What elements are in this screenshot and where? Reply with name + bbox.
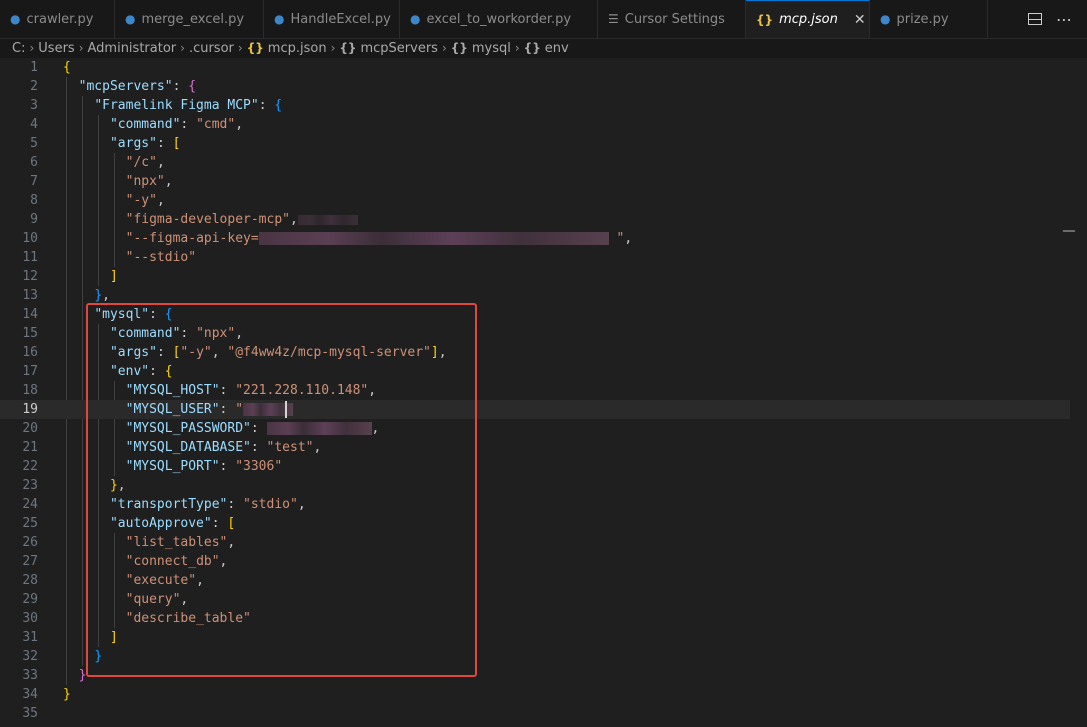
breadcrumb-item[interactable]: mcpServers [360,41,437,56]
json-file-icon: {} [246,41,264,55]
code-line: 34} [22,687,71,702]
code-line: 7 "npx", [30,174,173,189]
editor-tab-bar: ● crawler.py ● merge_excel.py ● HandleExcel… [0,0,1087,39]
redacted-api-key [258,232,609,245]
tab-label: mcp.json [779,12,838,27]
python-file-icon: ● [274,12,285,26]
tab-label: prize.py [896,11,949,27]
scrollbar-thumb[interactable] [1063,230,1075,232]
tab-label: crawler.py [26,11,94,27]
code-line: 5 "args": [ [30,136,181,151]
tab-cursor-settings[interactable]: ☰ Cursor Settings [598,0,746,38]
chevron-right-icon: › [441,41,447,55]
chevron-right-icon: › [78,41,84,55]
code-line: 35 [22,706,38,721]
tab-excel-to-workorder[interactable]: ● excel_to_workorder.py [400,0,598,38]
code-line: 1{ [30,60,71,75]
object-icon: {} [339,41,357,55]
json-file-icon: {} [756,12,774,27]
tab-mcp-json[interactable]: {} mcp.json ✕ [746,0,870,38]
chevron-right-icon: › [237,41,243,55]
tab-actions: ⋯ [1028,0,1087,38]
split-editor-icon[interactable] [1028,13,1042,25]
tab-crawler[interactable]: ● crawler.py [0,0,115,38]
code-line: 6 "/c", [30,155,165,170]
breadcrumb-item[interactable]: Users [38,41,74,56]
code-line: 2 "mcpServers": { [30,79,197,94]
tab-merge-excel[interactable]: ● merge_excel.py [115,0,264,38]
breadcrumb-item[interactable]: C: [12,41,25,56]
more-actions-icon[interactable]: ⋯ [1056,10,1073,29]
python-file-icon: ● [125,12,136,26]
python-file-icon: ● [880,12,891,26]
breadcrumb: C: › Users › Administrator › .cursor › {… [0,38,569,58]
breadcrumb-item[interactable]: mcp.json [268,41,327,56]
redacted-area [297,214,358,225]
breadcrumb-item[interactable]: mysql [472,41,511,56]
object-icon: {} [450,41,468,55]
tab-label: merge_excel.py [141,11,245,27]
code-editor[interactable]: 1{ 2 "mcpServers": { 3 "Framelink Figma … [0,58,1087,727]
tab-label: Cursor Settings [624,11,725,27]
code-line: 4 "command": "cmd", [30,117,244,132]
tab-handle-excel[interactable]: ● HandleExcel.py [264,0,400,38]
annotation-highlight-box [86,303,477,677]
chevron-right-icon: › [514,41,520,55]
tab-prize[interactable]: ● prize.py [870,0,988,38]
code-line: 9 "figma-developer-mcp", [0,210,1070,229]
tab-label: excel_to_workorder.py [426,11,572,27]
tab-label: HandleExcel.py [290,11,391,27]
chevron-right-icon: › [330,41,336,55]
code-line: 11 "--stdio" [22,250,197,265]
code-line: 3 "Framelink Figma MCP": { [30,98,283,113]
python-file-icon: ● [410,12,421,26]
chevron-right-icon: › [180,41,185,55]
close-icon[interactable]: ✕ [854,12,866,28]
code-line: 10 "--figma-api-key= ", [22,231,633,246]
breadcrumb-item[interactable]: Administrator [88,41,177,56]
chevron-right-icon: › [29,41,35,55]
python-file-icon: ● [10,12,21,26]
code-line: 8 "-y", [30,193,165,208]
object-icon: {} [523,41,541,55]
settings-icon: ☰ [608,12,619,26]
breadcrumb-item[interactable]: env [545,41,569,56]
breadcrumb-item[interactable]: .cursor [189,41,234,56]
code-line: 12 ] [22,269,118,284]
